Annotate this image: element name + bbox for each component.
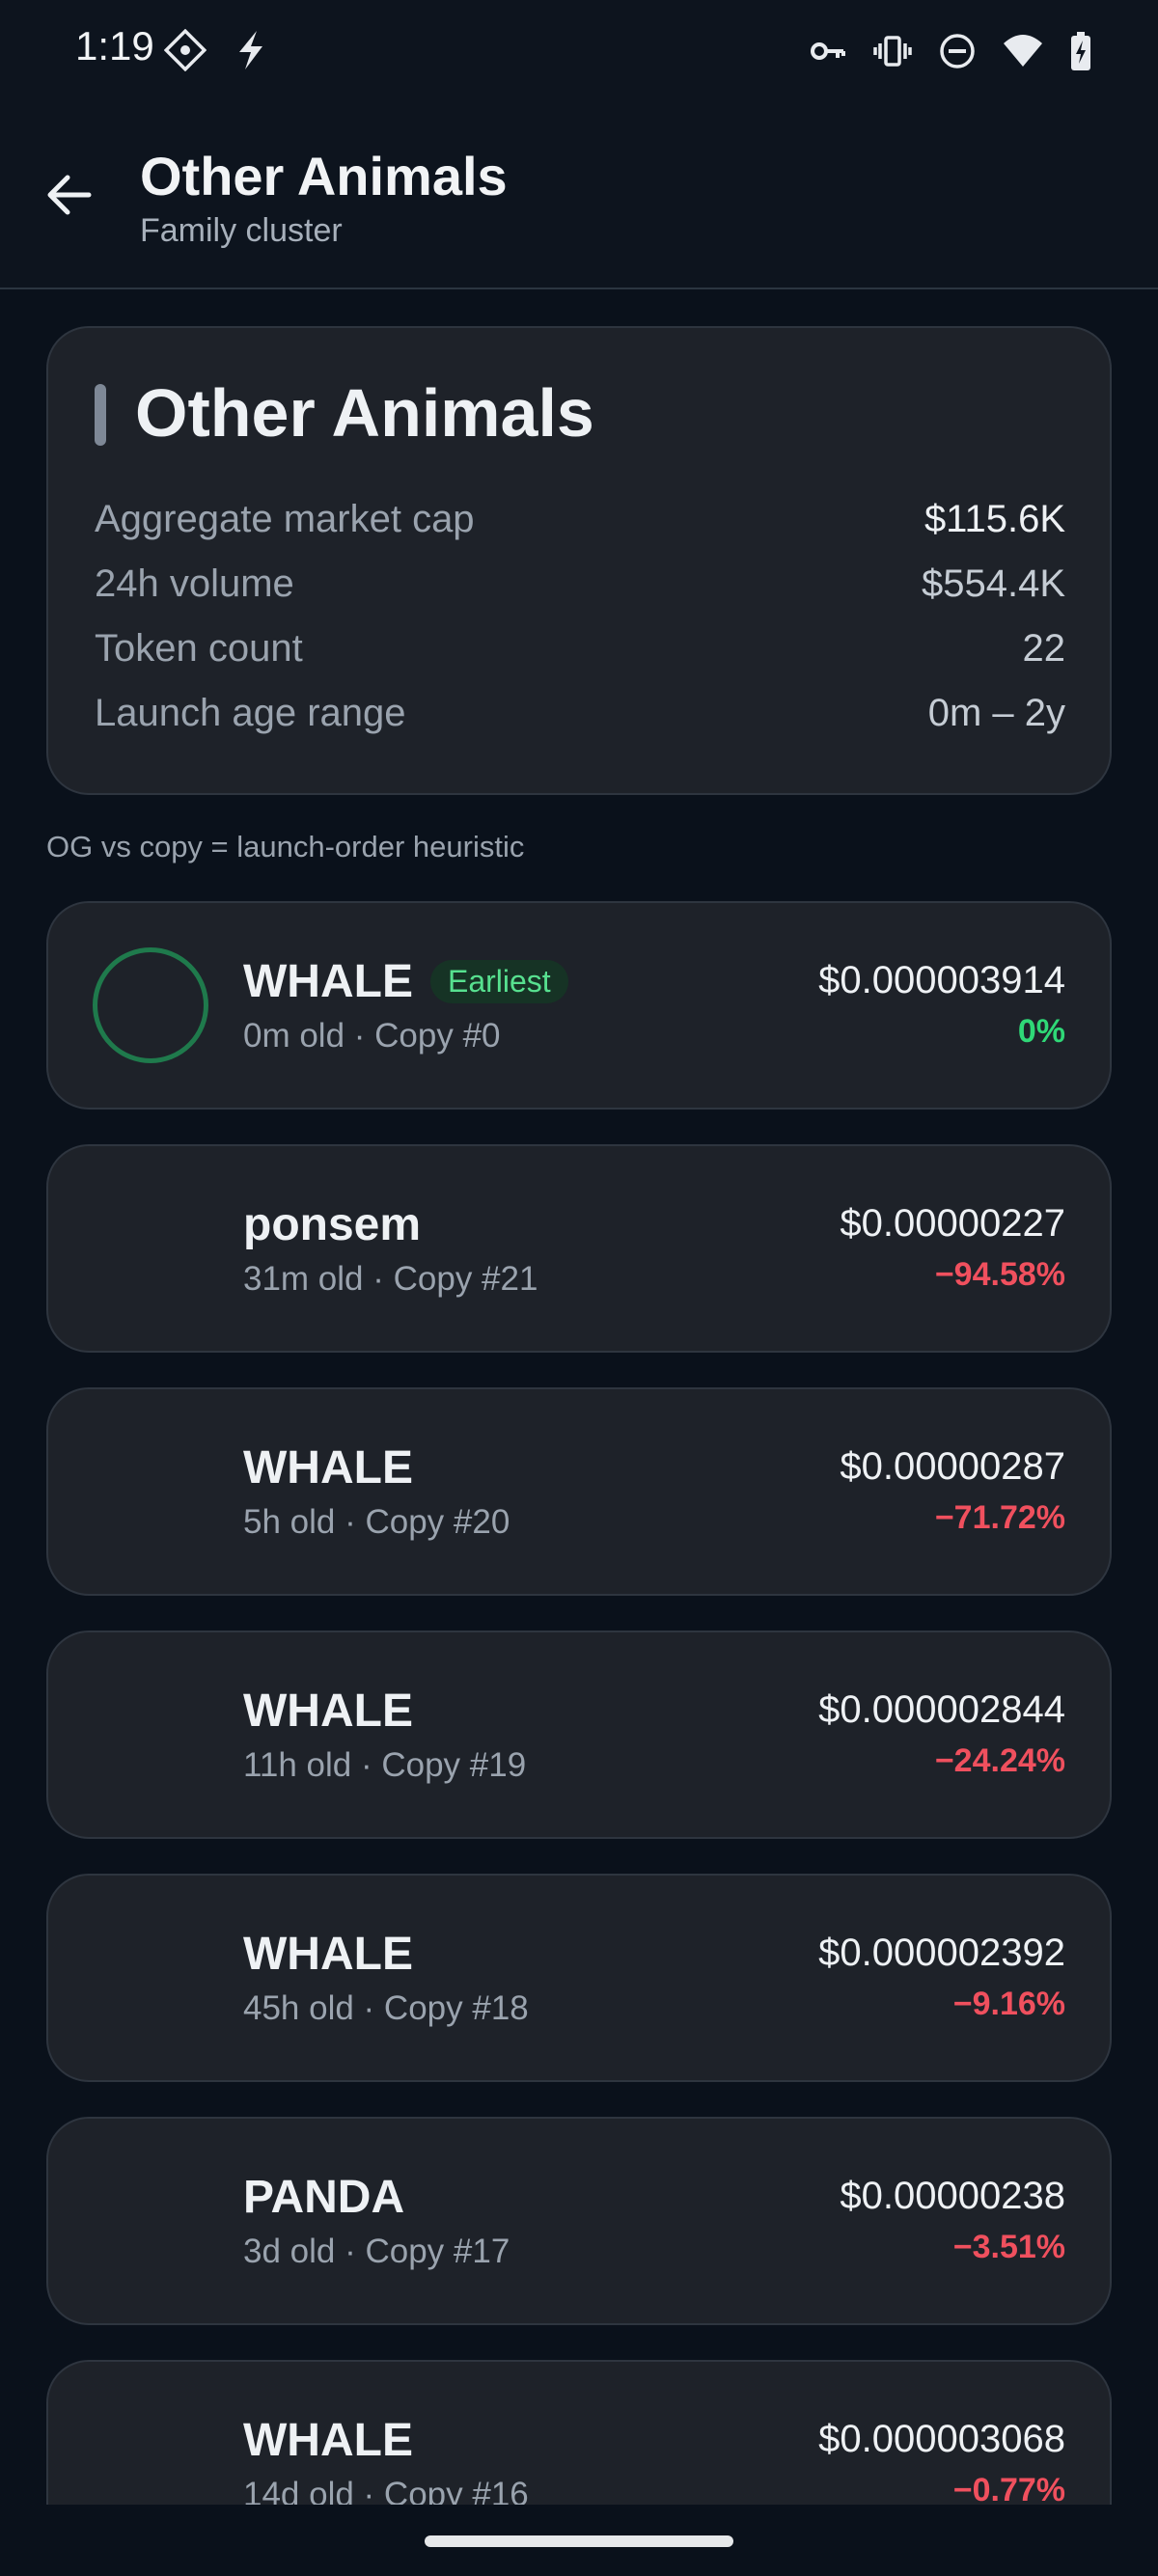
token-change: −0.77% <box>952 2472 1065 2505</box>
og-indicator-ring <box>93 947 208 1063</box>
token-change: −94.58% <box>934 1256 1065 1293</box>
token-name: WHALE <box>243 1685 413 1737</box>
token-name: WHALE <box>243 1929 413 1980</box>
do-not-disturb-icon <box>938 32 977 75</box>
wifi-icon <box>1002 32 1044 75</box>
token-meta: 5h old · Copy #20 <box>243 1503 510 1541</box>
page-subtitle: Family cluster <box>140 212 343 249</box>
token-name-row: WHALE Earliest <box>243 955 568 1008</box>
earliest-badge: Earliest <box>429 960 568 1003</box>
stat-row-market-cap: Aggregate market cap $115.6K <box>95 498 1065 541</box>
battery-icon <box>1069 31 1092 76</box>
stat-label: Aggregate market cap <box>95 498 475 540</box>
token-meta: 11h old · Copy #19 <box>243 1746 527 1784</box>
token-price: $0.00000238 <box>840 2175 1065 2217</box>
token-name: WHALE <box>243 1442 413 1494</box>
stat-value: $554.4K <box>921 562 1065 605</box>
summary-title: Other Animals <box>135 375 594 451</box>
back-arrow-icon <box>47 175 92 215</box>
stat-row-token-count: Token count 22 <box>95 627 1065 671</box>
token-change: 0% <box>1017 1013 1065 1050</box>
stat-label: Launch age range <box>95 692 406 734</box>
app-bar: 1:19 Other Animals Family cluster <box>0 0 1158 289</box>
key-icon <box>809 32 847 75</box>
token-card[interactable]: WHALE 14d old · Copy #16 $0.000003068 −0… <box>46 2360 1112 2505</box>
cluster-summary-card: Other Animals Aggregate market cap $115.… <box>46 326 1112 795</box>
stat-value: $115.6K <box>924 498 1065 540</box>
token-name: WHALE <box>243 956 413 1007</box>
token-change: −24.24% <box>934 1742 1065 1779</box>
token-name: PANDA <box>243 2172 405 2223</box>
token-card[interactable]: WHALE 11h old · Copy #19 $0.000002844 −2… <box>46 1631 1112 1839</box>
app-notification-icon <box>163 28 207 76</box>
home-indicator[interactable] <box>425 2535 733 2547</box>
stat-row-volume: 24h volume $554.4K <box>95 562 1065 606</box>
token-meta: 14d old · Copy #16 <box>243 2476 529 2505</box>
token-price: $0.000002392 <box>818 1932 1065 1974</box>
token-change: −71.72% <box>934 1499 1065 1536</box>
token-meta: 3d old · Copy #17 <box>243 2233 510 2270</box>
token-price: $0.000003914 <box>818 959 1065 1001</box>
token-name: ponsem <box>243 1199 422 1250</box>
stat-value: 0m – 2y <box>927 692 1065 734</box>
status-bar: 1:19 <box>0 0 1158 106</box>
token-meta: 31m old · Copy #21 <box>243 1260 538 1298</box>
bolt-icon <box>232 29 270 76</box>
stat-row-launch-age: Launch age range 0m – 2y <box>95 692 1065 735</box>
token-card-og[interactable]: WHALE Earliest 0m old · Copy #0 $0.00000… <box>46 901 1112 1110</box>
stat-label: Token count <box>95 627 303 670</box>
page-title: Other Animals <box>140 146 508 206</box>
stat-value: 22 <box>1022 627 1066 670</box>
token-name: WHALE <box>243 2415 413 2466</box>
vibrate-icon <box>872 32 913 75</box>
token-change: −3.51% <box>952 2229 1065 2265</box>
stat-label: 24h volume <box>95 562 294 605</box>
token-card[interactable]: PANDA 3d old · Copy #17 $0.00000238 −3.5… <box>46 2117 1112 2325</box>
token-price: $0.000002844 <box>818 1688 1065 1731</box>
summary-accent-bar <box>95 384 106 446</box>
token-card[interactable]: ponsem 31m old · Copy #21 $0.00000227 −9… <box>46 1144 1112 1353</box>
token-price: $0.000003068 <box>818 2418 1065 2460</box>
token-change: −9.16% <box>952 1986 1065 2022</box>
token-list[interactable]: WHALE Earliest 0m old · Copy #0 $0.00000… <box>0 897 1158 2505</box>
token-price: $0.00000287 <box>840 1445 1065 1488</box>
status-time: 1:19 <box>75 23 154 69</box>
token-card[interactable]: WHALE 45h old · Copy #18 $0.000002392 −9… <box>46 1874 1112 2082</box>
back-button[interactable] <box>39 164 100 226</box>
token-card[interactable]: WHALE 5h old · Copy #20 $0.00000287 −71.… <box>46 1387 1112 1596</box>
status-right-icons <box>809 31 1092 76</box>
heuristic-note: OG vs copy = launch-order heuristic <box>46 830 525 863</box>
status-left-icons <box>163 28 270 76</box>
token-meta: 45h old · Copy #18 <box>243 1989 529 2027</box>
token-price: $0.00000227 <box>840 1202 1065 1245</box>
token-meta: 0m old · Copy #0 <box>243 1017 501 1055</box>
